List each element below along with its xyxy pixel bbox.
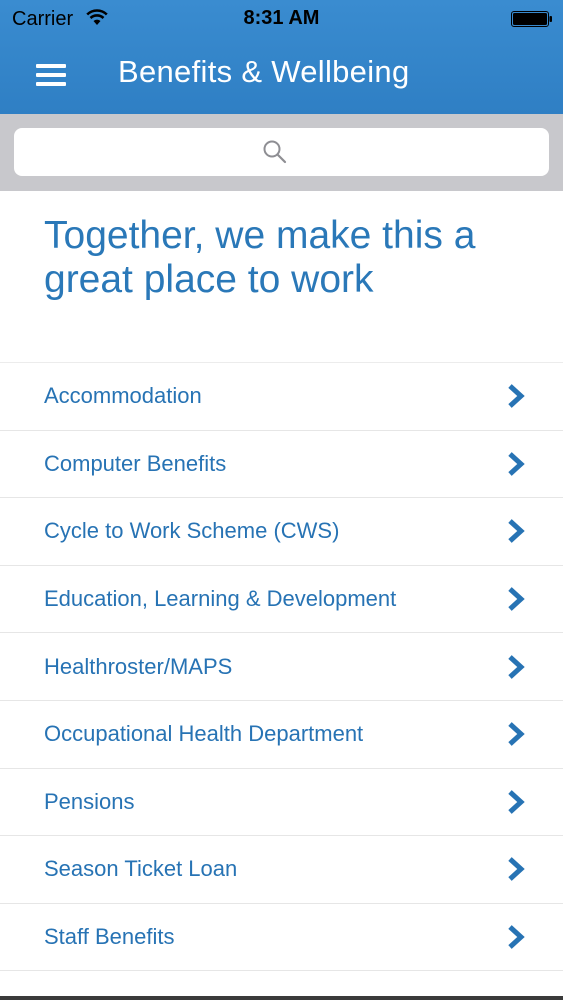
list-item-label: Accommodation <box>44 383 202 409</box>
list-item[interactable]: Season Ticket Loan <box>0 836 563 904</box>
list-item[interactable]: Occupational Health Department <box>0 701 563 769</box>
battery-icon <box>511 11 552 27</box>
search-bar <box>0 114 563 191</box>
app-header: Carrier 8:31 AM Benefits & Wellbeing <box>0 0 563 114</box>
chevron-right-icon <box>508 519 525 544</box>
list-item[interactable]: Pensions <box>0 769 563 837</box>
list-item[interactable]: Healthroster/MAPS <box>0 633 563 701</box>
list-item[interactable]: Staff Benefits <box>0 904 563 972</box>
list-item-label: Pensions <box>44 788 135 814</box>
search-input[interactable] <box>14 128 549 176</box>
chevron-right-icon <box>508 722 525 747</box>
page-title: Benefits & Wellbeing <box>118 54 410 89</box>
list-item-label: Healthroster/MAPS <box>44 653 233 679</box>
list-item-label: Education, Learning & Development <box>44 586 397 612</box>
list-item[interactable]: Education, Learning & Development <box>0 566 563 634</box>
chevron-right-icon <box>508 587 525 611</box>
bottom-edge-divider <box>0 996 563 1000</box>
list-item-label: Computer Benefits <box>44 450 227 476</box>
hamburger-menu-icon[interactable] <box>34 60 70 90</box>
list-item-label: Season Ticket Loan <box>44 856 238 882</box>
chevron-right-icon <box>508 452 525 476</box>
chevron-right-icon <box>508 384 525 409</box>
status-time: 8:31 AM <box>243 7 320 29</box>
list-item[interactable]: Accommodation <box>0 363 563 431</box>
chevron-right-icon <box>508 925 525 949</box>
list-item[interactable]: Computer Benefits <box>0 431 563 499</box>
list-item-label: Cycle to Work Scheme (CWS) <box>44 518 340 544</box>
benefits-list: Accommodation Computer Benefits Cycle to W… <box>0 362 563 972</box>
tagline-heading: Together, we make this a great place to … <box>44 214 476 301</box>
list-item-label: Staff Benefits <box>44 924 175 950</box>
status-bar: Carrier 8:31 AM <box>0 0 563 40</box>
list-item-label: Occupational Health Department <box>44 721 364 747</box>
chevron-right-icon <box>508 654 525 679</box>
list-item[interactable]: Cycle to Work Scheme (CWS) <box>0 498 563 566</box>
chevron-right-icon <box>508 857 525 882</box>
chevron-right-icon <box>508 790 525 814</box>
